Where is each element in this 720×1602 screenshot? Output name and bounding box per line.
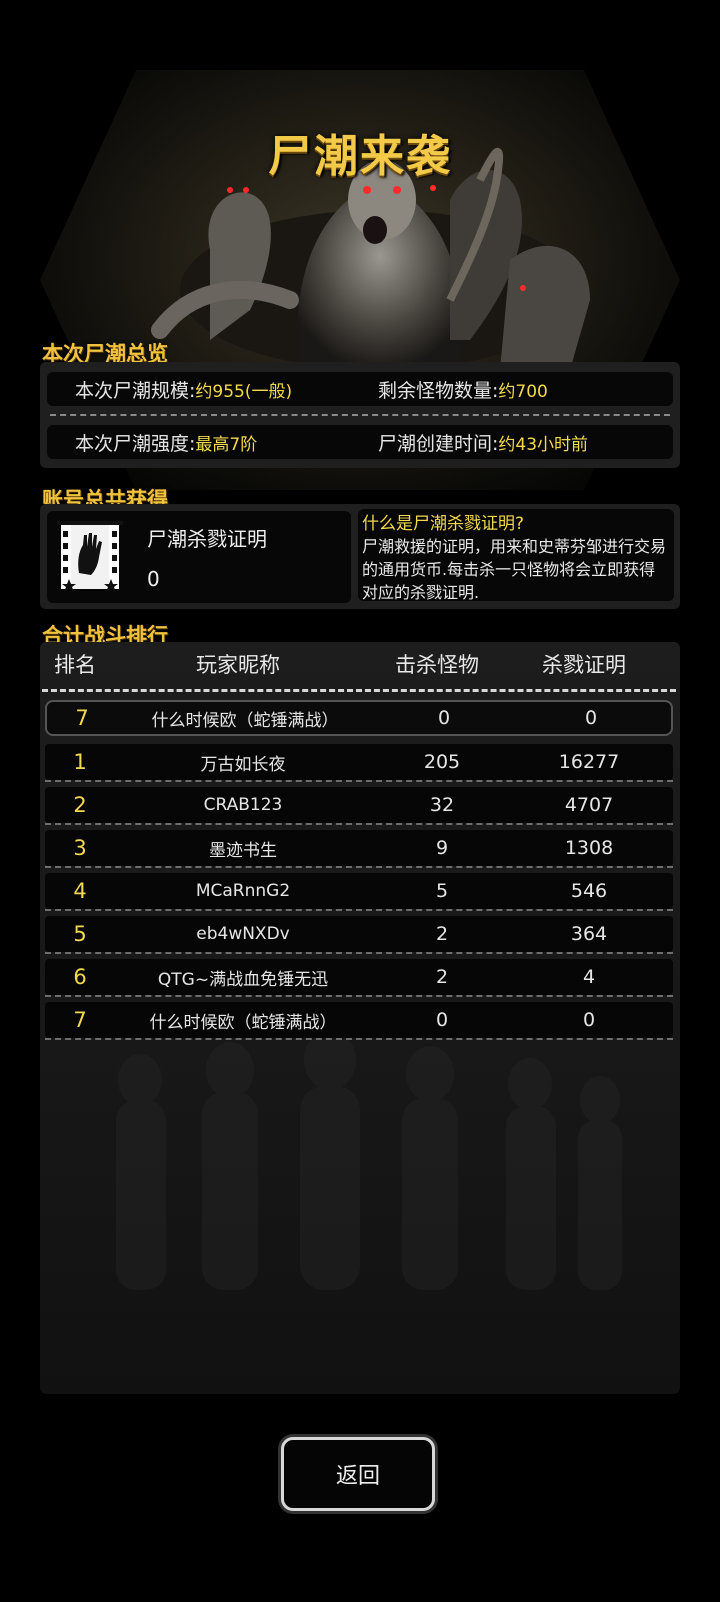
row-certs: 16277 <box>558 751 620 773</box>
row-name: MCaRnnG2 <box>195 881 291 901</box>
kill-cert-name: 尸潮杀戮证明 <box>147 527 267 551</box>
row-name: QTG~满战血免锤无迅 <box>157 969 329 990</box>
row-certs: 1308 <box>564 837 614 859</box>
row-rank: 6 <box>73 965 87 989</box>
row-divider <box>45 1038 673 1040</box>
overview-panel: 本次尸潮规模:约955(一般) 剩余怪物数量:约700 本次尸潮强度:最高7阶 … <box>40 362 680 468</box>
header-certs: 杀戮证明 <box>542 653 626 677</box>
back-button[interactable]: 返回 <box>281 1437 435 1511</box>
row-kills: 5 <box>435 880 449 902</box>
row-name: 墨迹书生 <box>209 840 277 861</box>
strength-stat: 本次尸潮强度:最高7阶 <box>47 429 360 456</box>
table-row: 6 QTG~满战血免锤无迅 2 4 <box>45 959 673 995</box>
kill-cert-count: 0 <box>147 567 160 591</box>
table-row: 1 万古如长夜 205 16277 <box>45 744 673 780</box>
row-divider <box>45 866 673 868</box>
row-certs: 4707 <box>564 794 614 816</box>
row-divider <box>45 823 673 825</box>
row-kills: 32 <box>429 794 455 816</box>
table-row: 2 CRAB123 32 4707 <box>45 787 673 823</box>
scale-value: 约955(一般) <box>195 381 293 402</box>
header-name: 玩家昵称 <box>196 653 280 677</box>
remaining-value: 约700 <box>498 381 548 402</box>
row-rank: 1 <box>73 750 87 774</box>
scale-stat: 本次尸潮规模:约955(一般) <box>47 376 360 403</box>
strength-label: 本次尸潮强度: <box>75 432 196 455</box>
self-rank: 7 <box>75 706 89 730</box>
table-row: 7 什么时候欧（蛇锤满战） 0 0 <box>45 1002 673 1038</box>
self-kills: 0 <box>437 707 451 729</box>
row-kills: 9 <box>435 837 449 859</box>
row-rank: 7 <box>73 1008 87 1032</box>
overview-divider <box>50 414 670 416</box>
row-rank: 3 <box>73 836 87 860</box>
earned-panel: 尸潮杀戮证明 0 什么是尸潮杀戮证明? 尸潮救援的证明，用来和史蒂芬邹进行交易的… <box>40 504 680 609</box>
row-kills: 2 <box>435 923 449 945</box>
remaining-label: 剩余怪物数量: <box>378 379 499 402</box>
zombie-crowd-silhouette <box>116 1040 622 1290</box>
row-kills: 205 <box>423 751 461 773</box>
page-title: 尸潮来袭 <box>268 131 452 182</box>
self-rank-row: 7 什么时候欧（蛇锤满战） 0 0 <box>45 700 673 736</box>
overview-row-2: 本次尸潮强度:最高7阶 尸潮创建时间:约43小时前 <box>47 425 673 459</box>
kill-cert-info: 什么是尸潮杀戮证明? 尸潮救援的证明，用来和史蒂芬邹进行交易的通用货币.每击杀一… <box>358 509 674 601</box>
row-certs: 546 <box>570 880 608 902</box>
ranking-header: 排名 玩家昵称 击杀怪物 杀戮证明 <box>40 642 680 686</box>
row-certs: 364 <box>570 923 608 945</box>
header-rank: 排名 <box>54 653 96 677</box>
row-divider <box>45 780 673 782</box>
row-certs: 0 <box>582 1009 596 1031</box>
self-certs: 0 <box>584 707 598 729</box>
created-value: 约43小时前 <box>498 434 589 455</box>
self-name: 什么时候欧（蛇锤满战） <box>151 710 339 731</box>
zombie-hand-ticket-icon <box>57 521 123 592</box>
row-name: eb4wNXDv <box>196 924 290 944</box>
remaining-stat: 剩余怪物数量:约700 <box>360 376 673 403</box>
row-name: CRAB123 <box>203 795 283 815</box>
table-row: 3 墨迹书生 9 1308 <box>45 830 673 866</box>
row-kills: 0 <box>435 1009 449 1031</box>
created-stat: 尸潮创建时间:约43小时前 <box>360 429 673 456</box>
row-name: 万古如长夜 <box>200 754 286 775</box>
header-kills: 击杀怪物 <box>395 653 479 677</box>
overview-row-1: 本次尸潮规模:约955(一般) 剩余怪物数量:约700 <box>47 372 673 406</box>
strength-value: 最高7阶 <box>195 434 258 455</box>
kill-cert-info-body: 尸潮救援的证明，用来和史蒂芬邹进行交易的通用货币.每击杀一只怪物将会立即获得对应… <box>362 537 667 601</box>
header-divider <box>42 689 676 692</box>
row-divider <box>45 909 673 911</box>
created-label: 尸潮创建时间: <box>378 432 499 455</box>
scale-label: 本次尸潮规模: <box>75 379 196 402</box>
row-rank: 2 <box>73 793 87 817</box>
kill-cert-card: 尸潮杀戮证明 0 <box>47 511 351 603</box>
row-rank: 4 <box>73 879 87 903</box>
row-name: 什么时候欧（蛇锤满战） <box>149 1012 337 1033</box>
table-row: 4 MCaRnnG2 5 546 <box>45 873 673 909</box>
row-kills: 2 <box>435 966 449 988</box>
ranking-panel: 排名 玩家昵称 击杀怪物 杀戮证明 7 什么时候欧（蛇锤满战） 0 0 1 万古… <box>40 642 680 1394</box>
kill-cert-info-title: 什么是尸潮杀戮证明? <box>362 514 525 534</box>
row-divider <box>45 952 673 954</box>
row-certs: 4 <box>582 966 596 988</box>
row-rank: 5 <box>73 922 87 946</box>
row-divider <box>45 995 673 997</box>
table-row: 5 eb4wNXDv 2 364 <box>45 916 673 952</box>
